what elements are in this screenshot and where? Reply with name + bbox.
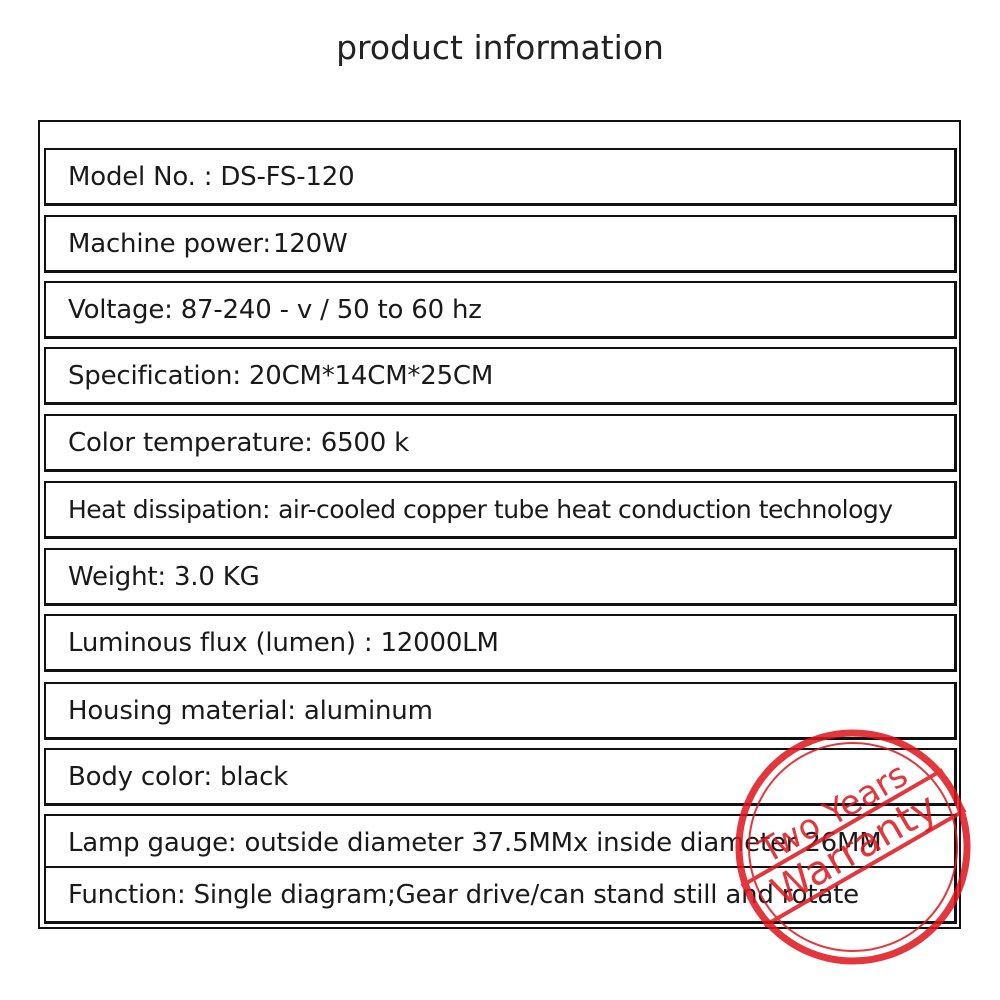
- row-value: DS-FS-120: [220, 161, 355, 192]
- row-value: air-cooled copper tube heat conduction t…: [278, 495, 893, 524]
- row-label: Body color:: [68, 761, 213, 792]
- row-value: 20CM*14CM*25CM: [248, 360, 494, 391]
- row-label: Housing material:: [68, 695, 296, 726]
- row-value: Single diagram;Gear drive/can stand stil…: [193, 879, 860, 910]
- row-value: outside diameter 37.5MMx inside diameter…: [244, 827, 882, 858]
- row-label: Specification:: [68, 360, 241, 391]
- table-row: Body color: black: [44, 748, 957, 806]
- table-row: Heat dissipation: air-cooled copper tube…: [44, 481, 957, 539]
- row-value: 120W: [272, 228, 348, 259]
- row-label: Voltage:: [68, 294, 173, 325]
- table-row: Machine power: 120W: [44, 215, 957, 273]
- table-row: Weight: 3.0 KG: [44, 548, 957, 606]
- row-value: 87-240 - v / 50 to 60 hz: [180, 294, 482, 325]
- table-row: Function: Single diagram;Gear drive/can …: [44, 866, 957, 924]
- row-label: Heat dissipation:: [68, 495, 271, 524]
- row-value: 3.0 KG: [173, 561, 260, 592]
- table-row: Lamp gauge: outside diameter 37.5MMx ins…: [44, 814, 957, 872]
- row-value: aluminum: [303, 695, 433, 726]
- row-label: Model No. :: [68, 161, 213, 192]
- row-label: Weight:: [68, 561, 166, 592]
- row-label: Color temperature:: [68, 427, 313, 458]
- table-row: Housing material: aluminum: [44, 682, 957, 740]
- product-info-table: Model No. : DS-FS-120 Machine power: 120…: [38, 120, 961, 929]
- table-row: Luminous flux (lumen) : 12000LM: [44, 614, 957, 672]
- table-row: Color temperature: 6500 k: [44, 414, 957, 472]
- row-label: Luminous flux (lumen) :: [68, 627, 373, 658]
- table-row: Voltage: 87-240 - v / 50 to 60 hz: [44, 281, 957, 339]
- row-value: 12000LM: [380, 627, 499, 658]
- row-value: black: [220, 761, 289, 792]
- table-row: Model No. : DS-FS-120: [44, 148, 957, 206]
- row-label: Machine power:: [68, 228, 271, 259]
- table-row: Specification: 20CM*14CM*25CM: [44, 347, 957, 405]
- row-label: Function:: [68, 879, 186, 910]
- row-value: 6500 k: [320, 427, 410, 458]
- page-title: product information: [336, 28, 664, 67]
- row-label: Lamp gauge:: [68, 827, 237, 858]
